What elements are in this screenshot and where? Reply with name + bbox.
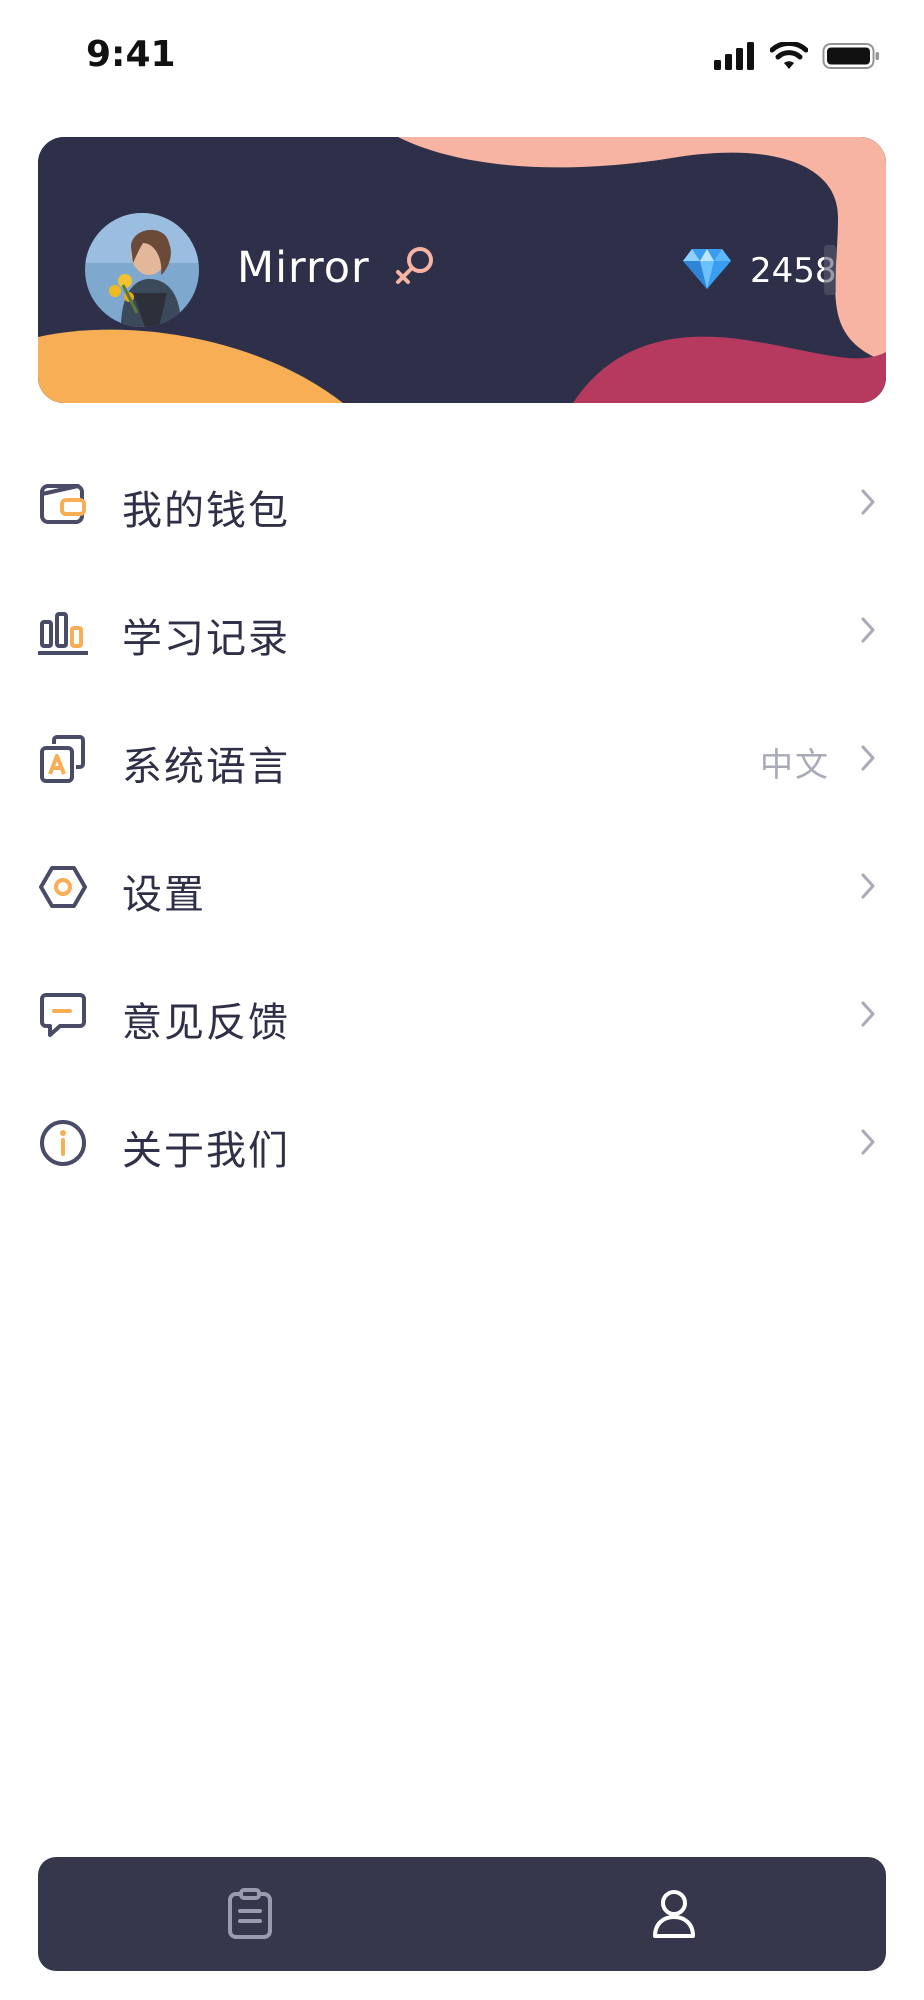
language-icon — [40, 735, 85, 783]
status-bar: 9:41 — [0, 0, 924, 120]
diamond-icon — [683, 249, 731, 289]
chevron-right-icon — [861, 745, 875, 771]
menu-item-wallet[interactable]: 我的钱包 — [0, 438, 924, 566]
menu-label: 关于我们 — [122, 1128, 290, 1174]
menu-item-feedback[interactable]: 意见反馈 — [0, 950, 924, 1078]
language-value: 中文 — [760, 745, 830, 784]
menu-item-settings[interactable]: 设置 — [0, 822, 924, 950]
chevron-right-icon — [861, 617, 875, 643]
menu-item-system-language[interactable]: 系统语言 中文 — [0, 694, 924, 822]
wallet-icon — [40, 484, 86, 524]
info-icon — [40, 1120, 86, 1166]
status-icons — [714, 42, 880, 70]
tab-notes[interactable] — [38, 1857, 462, 1971]
female-symbol-icon — [396, 247, 433, 284]
chevron-right-icon — [861, 1129, 875, 1155]
chevron-right-icon — [861, 1001, 875, 1027]
chevron-right-icon — [861, 489, 875, 515]
username: Mirror — [237, 243, 370, 293]
card-edge-tab — [824, 245, 836, 295]
user-icon — [653, 1890, 695, 1938]
menu-label: 我的钱包 — [122, 488, 290, 534]
clipboard-icon — [228, 1888, 272, 1939]
tab-profile[interactable] — [462, 1857, 886, 1971]
menu-label: 系统语言 — [122, 744, 290, 790]
signal-icon — [714, 42, 754, 70]
bar-chart-icon — [38, 612, 88, 655]
feedback-chat-icon — [40, 993, 86, 1037]
avatar[interactable] — [85, 213, 199, 327]
menu-item-about-us[interactable]: 关于我们 — [0, 1078, 924, 1206]
settings-hexagon-icon — [39, 866, 87, 908]
menu-label: 学习记录 — [122, 616, 290, 662]
menu-item-study-records[interactable]: 学习记录 — [0, 566, 924, 694]
menu-label: 意见反馈 — [122, 1000, 290, 1046]
chevron-right-icon — [861, 873, 875, 899]
profile-card[interactable]: Mirror 2458 — [38, 137, 886, 403]
bottom-tab-bar — [38, 1857, 886, 1971]
status-time: 9:41 — [86, 34, 176, 75]
menu-label: 设置 — [122, 872, 206, 918]
wifi-icon — [770, 42, 808, 69]
battery-icon — [822, 43, 879, 69]
